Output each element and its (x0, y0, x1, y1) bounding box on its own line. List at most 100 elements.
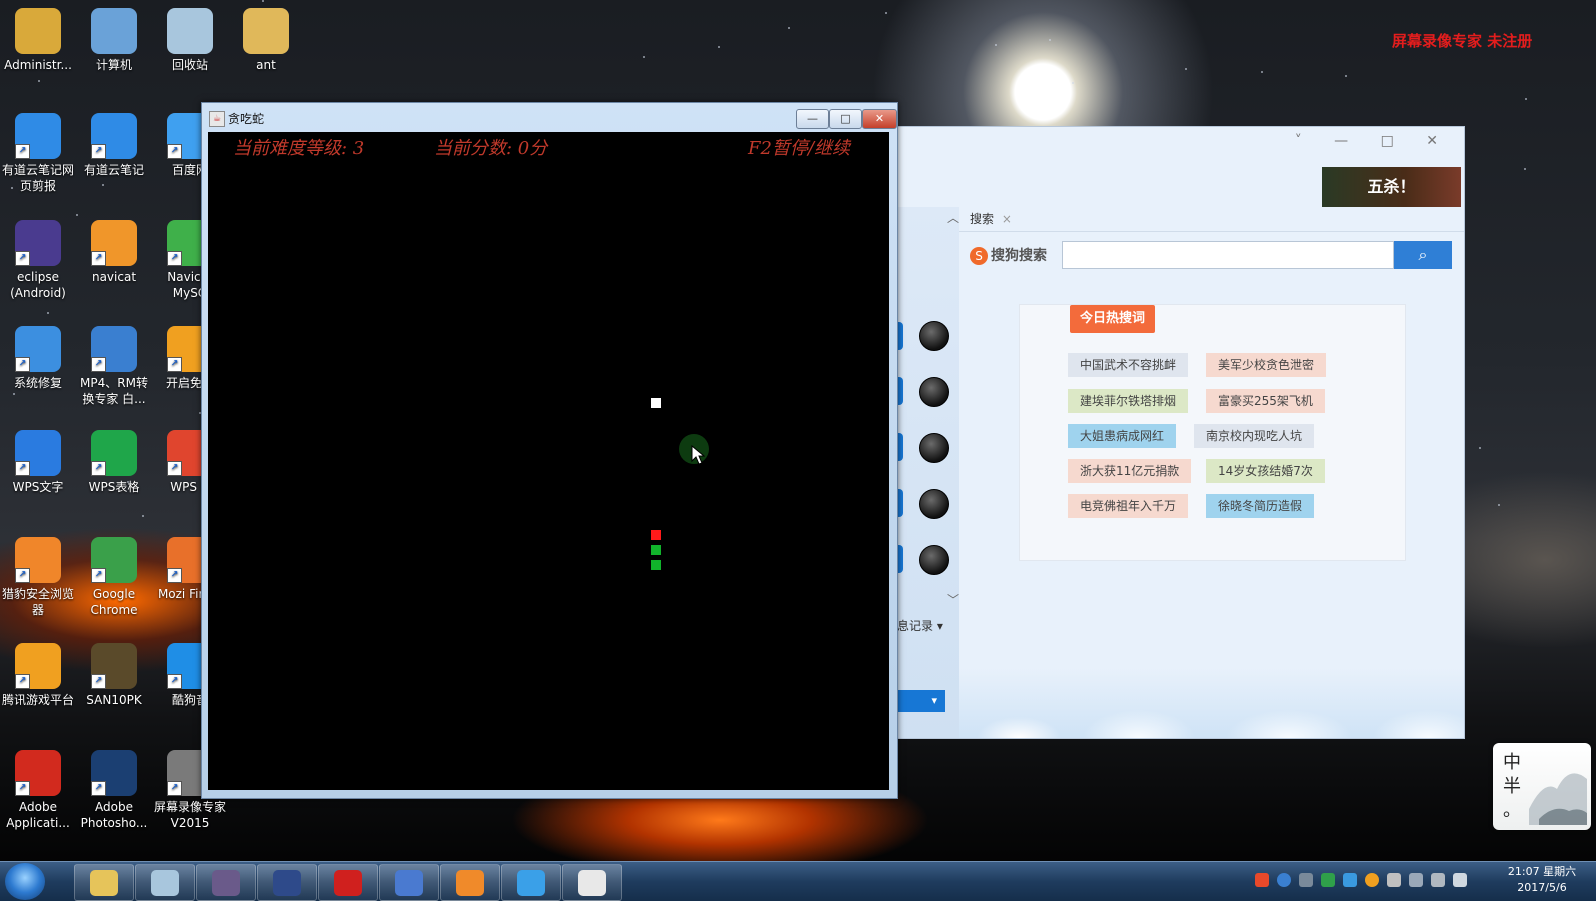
desktop-icon[interactable]: 计算机 (76, 8, 152, 73)
desktop-icon[interactable]: ↗ MP4、RM转换专家 白... (76, 326, 152, 407)
hot-search-title: 今日热搜词 (1070, 305, 1156, 333)
game-ad-banner[interactable]: 五杀！ (1322, 167, 1461, 207)
hot-search-tag[interactable]: 大姐患病成网红 (1068, 424, 1177, 448)
taskbar-app-button[interactable] (257, 864, 317, 901)
speaker-icon[interactable] (1431, 873, 1445, 887)
send-dropdown-button[interactable]: ▾ (897, 690, 945, 712)
hot-search-tag[interactable]: 徐晓冬简历造假 (1206, 494, 1315, 518)
desktop-icon[interactable]: 回收站 (152, 8, 228, 73)
difficulty-level: 当前难度等级: 3 (233, 138, 365, 159)
system-clock[interactable]: 21:07 星期六 2017/5/6 (1496, 864, 1588, 896)
desktop-icon-label: Administr... (4, 58, 72, 72)
shortcut-arrow-icon: ↗ (15, 144, 30, 159)
help-icon[interactable] (1277, 873, 1291, 887)
hot-search-tag[interactable]: 建埃菲尔铁塔排烟 (1068, 389, 1189, 413)
explorer-icon (90, 869, 118, 896)
computer-icon (91, 8, 137, 54)
desktop-icon[interactable]: ↗ eclipse (Android) (0, 220, 76, 301)
desktop-icon[interactable]: ↗ 有道云笔记 (76, 113, 152, 178)
hot-search-tag[interactable]: 南京校内现吃人坑 (1194, 424, 1315, 448)
clock-date: 2017/5/6 (1517, 881, 1567, 894)
notepad-icon (151, 869, 179, 896)
taskbar-app-button[interactable] (501, 864, 561, 901)
star (76, 214, 78, 216)
hot-search-tag[interactable]: 浙大获11亿元捐款 (1068, 459, 1192, 483)
close-tab-icon[interactable]: × (1002, 212, 1012, 226)
desktop-icon[interactable]: ↗ Adobe Photosho... (76, 750, 152, 831)
avatar[interactable] (919, 377, 949, 407)
avatar[interactable] (919, 545, 949, 575)
device-icon[interactable] (1409, 873, 1423, 887)
star (1524, 168, 1526, 170)
hot-search-tag[interactable]: 富豪买255架飞机 (1206, 389, 1325, 413)
desktop-icon[interactable]: ↗ 系统修复 (0, 326, 76, 391)
system-tray (1255, 868, 1485, 894)
desktop-icon[interactable]: ↗ 猎豹安全浏览器 (0, 537, 76, 618)
game-canvas[interactable]: 当前难度等级: 3 当前分数: 0分 F2暂停/继续 (208, 132, 889, 790)
desktop-icon[interactable]: ↗ Adobe Applicati... (0, 750, 76, 831)
search-button[interactable]: ⌕ (1394, 241, 1452, 269)
ink-widget-text: 中 半 。 (1503, 752, 1521, 821)
network-signal-icon[interactable] (1453, 873, 1467, 887)
desktop-icon[interactable]: ↗ WPS表格 (76, 430, 152, 495)
shortcut-arrow-icon: ↗ (91, 674, 106, 689)
star (1049, 39, 1051, 41)
minimize-button[interactable]: — (796, 109, 829, 129)
snake-game-window[interactable]: ☕ 贪吃蛇 — □ ✕ 当前难度等级: 3 当前分数: 0分 F2暂停/继续 (201, 102, 898, 799)
hot-search-card: 今日热搜词 中国武术不容挑衅 美军少校贪色泄密 建埃菲尔铁塔排烟 富豪买255架飞机大… (1019, 304, 1406, 561)
shortcut-arrow-icon: ↗ (167, 144, 182, 159)
search-input[interactable] (1062, 241, 1394, 269)
taskbar-app-button[interactable] (562, 864, 622, 901)
browser-tray-icon[interactable] (1343, 873, 1357, 887)
mountain-painting-icon (1529, 773, 1587, 825)
taskbar-app-button[interactable] (318, 864, 378, 901)
desktop-icon-label: navicat (91, 270, 137, 284)
taskbar-app-button[interactable] (74, 864, 134, 901)
qq-tray-icon[interactable] (1365, 873, 1379, 887)
desktop-icon[interactable]: ↗ 腾讯游戏平台 (0, 643, 76, 708)
shortcut-arrow-icon: ↗ (91, 781, 106, 796)
san10pk-icon: ↗ (91, 643, 137, 689)
hot-search-tag[interactable]: 电竞佛祖年入千万 (1068, 494, 1189, 518)
hot-search-tag[interactable]: 美军少校贪色泄密 (1206, 353, 1327, 377)
hot-search-tag[interactable]: 中国武术不容挑衅 (1068, 353, 1189, 377)
taskbar-app-button[interactable] (379, 864, 439, 901)
star (142, 515, 144, 517)
close-button[interactable]: ✕ (862, 109, 897, 129)
ink-painting-widget[interactable]: 中 半 。 (1493, 743, 1591, 830)
sogou-logo: S 搜狗搜索 (970, 245, 1047, 265)
collapse-down-icon[interactable]: ﹀ (947, 591, 959, 608)
chat-record-link[interactable]: 息记录 ▾ (897, 617, 943, 634)
avatar[interactable] (919, 321, 949, 351)
desktop-icon[interactable]: ant (228, 8, 304, 73)
maximize-button[interactable]: □ (829, 109, 862, 129)
tab-search[interactable]: 搜索 × (970, 210, 1012, 227)
hot-search-tag[interactable]: 14岁女孩结婚7次 (1206, 459, 1325, 483)
taskbar: 21:07 星期六 2017/5/6 (0, 861, 1596, 901)
qq-window[interactable]: ˅ — □ ✕ 五杀！ ︿ ﹀ 息记录 ▾ ▾ 搜索 × S 搜狗搜索 ⌕ 今日… (896, 126, 1465, 739)
taskbar-app-button[interactable] (440, 864, 500, 901)
start-button[interactable] (5, 863, 45, 900)
desktop-icon[interactable]: ↗ SAN10PK (76, 643, 152, 708)
volume-icon[interactable] (1387, 873, 1401, 887)
desktop-icon[interactable]: Administr... (0, 8, 76, 73)
avatar[interactable] (919, 489, 949, 519)
desktop-icon[interactable]: ↗ 有道云笔记网页剪报 (0, 113, 76, 194)
sogou-ime-icon[interactable] (1255, 873, 1269, 887)
desktop-icon[interactable]: ↗ Google Chrome (76, 537, 152, 618)
collapse-up-icon[interactable]: ︿ (947, 209, 959, 226)
desktop-icon[interactable]: ↗ WPS文字 (0, 430, 76, 495)
star (995, 44, 997, 46)
taskbar-app-button[interactable] (196, 864, 256, 901)
avatar[interactable] (919, 433, 949, 463)
keyboard-icon[interactable] (1299, 873, 1313, 887)
taskbar-app-button[interactable] (135, 864, 195, 901)
network-tool-icon[interactable] (1321, 873, 1335, 887)
shortcut-arrow-icon: ↗ (167, 781, 182, 796)
shortcut-arrow-icon: ↗ (167, 674, 182, 689)
desktop-icon[interactable]: ↗ navicat (76, 220, 152, 285)
desktop-icon-label: MP4、RM转换专家 白... (80, 376, 148, 406)
qq-window-controls[interactable]: ˅ — □ ✕ (1295, 133, 1452, 149)
desktop-icon-label: 计算机 (95, 58, 132, 72)
wps-sheet-icon: ↗ (91, 430, 137, 476)
